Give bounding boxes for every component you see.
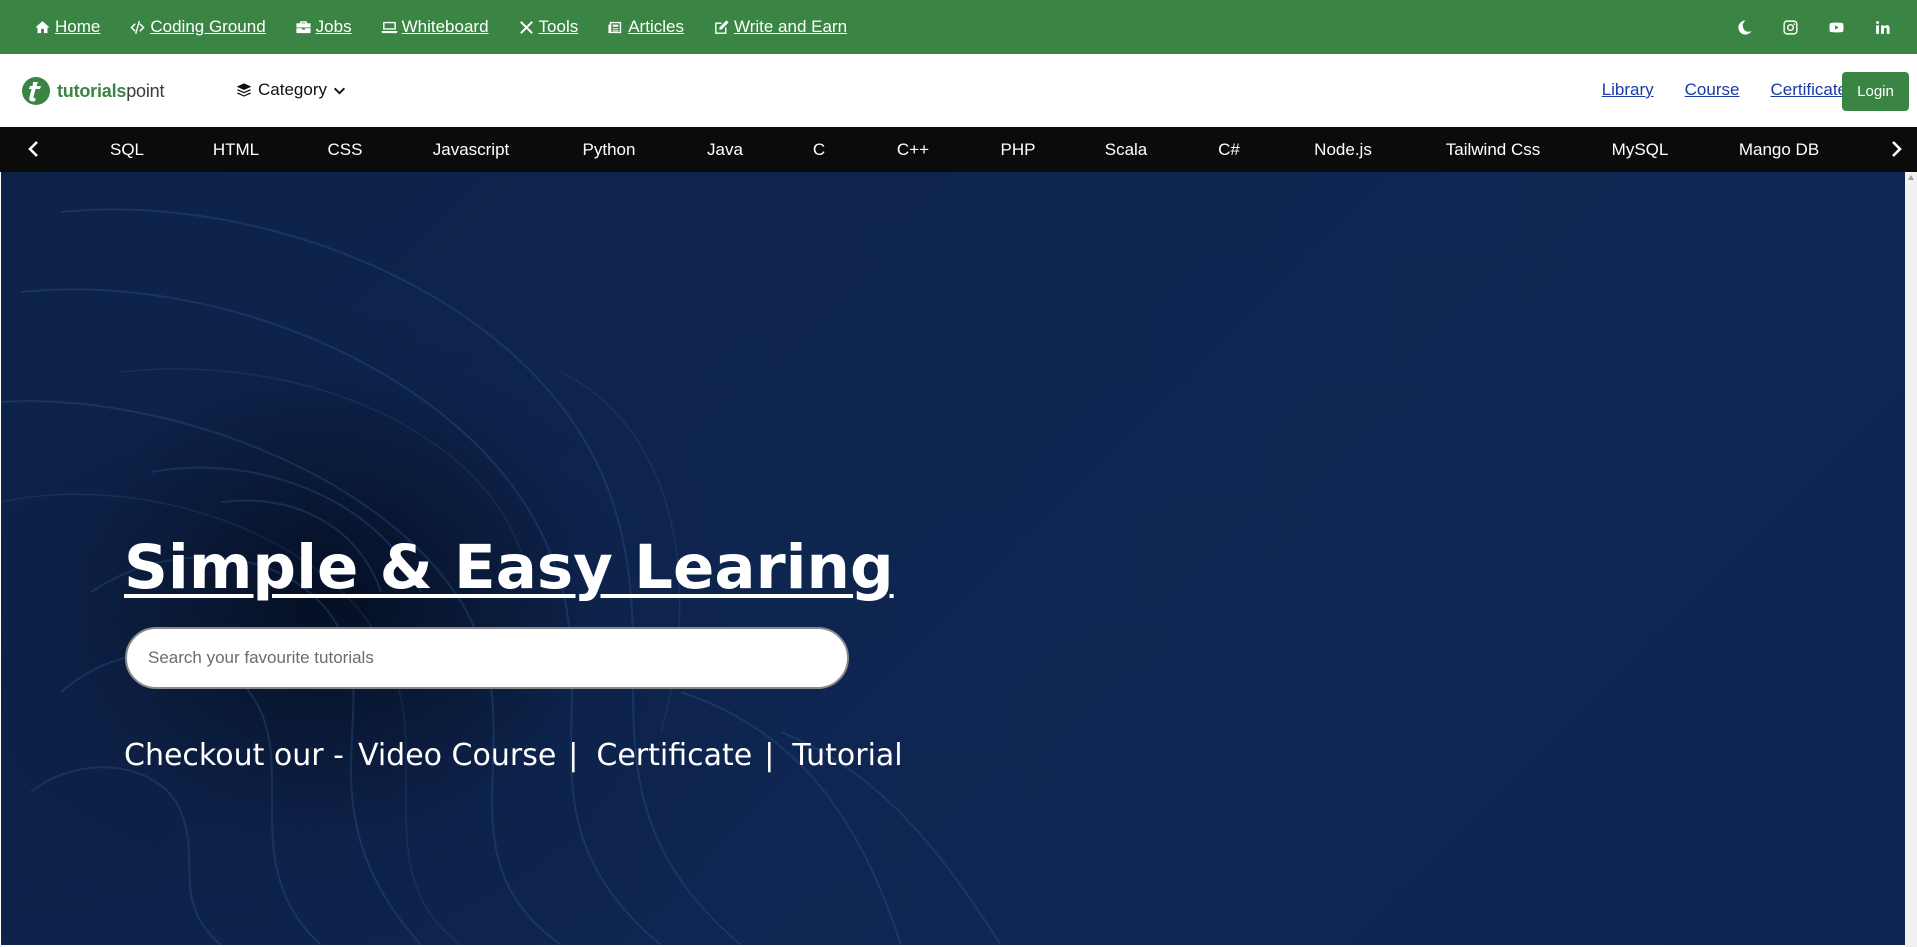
nav-home-link[interactable]: Home (34, 17, 100, 37)
nav-write-and-earn-link[interactable]: Write and Earn (713, 17, 847, 37)
certificate-link[interactable]: Certificate (1770, 80, 1847, 100)
home-icon (35, 20, 50, 33)
tools-icon (519, 20, 533, 34)
tutorialspoint-logo[interactable]: tutorialspoint (19, 76, 164, 106)
code-icon (130, 20, 145, 34)
instagram-link[interactable] (1767, 19, 1813, 36)
top-nav: Home Coding Ground Jobs Whiteboard Tools… (34, 17, 876, 37)
checkout-prefix: Checkout our - (124, 738, 344, 773)
hero-certificate-link[interactable]: Certificate (596, 738, 752, 773)
nav-coding-ground-link[interactable]: Coding Ground (129, 17, 266, 37)
video-course-link[interactable]: Video Course (358, 738, 556, 773)
lang-item-sql[interactable]: SQL (110, 140, 144, 160)
language-list: SQL HTML CSS Javascript Python Java C C+… (0, 127, 1917, 172)
scrollbar[interactable] (1905, 172, 1917, 947)
top-nav-bar: Home Coding Ground Jobs Whiteboard Tools… (0, 0, 1917, 54)
lang-item-html[interactable]: HTML (213, 140, 259, 160)
briefcase-icon (296, 20, 311, 33)
chevron-right-icon (1892, 141, 1902, 157)
nav-tools-link[interactable]: Tools (518, 17, 578, 37)
nav-articles-link[interactable]: Articles (607, 17, 684, 37)
library-link[interactable]: Library (1602, 80, 1654, 100)
lang-item-python[interactable]: Python (583, 140, 636, 160)
lang-item-php[interactable]: PHP (1001, 140, 1036, 160)
laptop-icon (381, 21, 397, 33)
dark-mode-toggle[interactable] (1721, 19, 1767, 36)
lang-scroll-right-button[interactable] (1886, 139, 1906, 159)
lang-item-tailwind-css[interactable]: Tailwind Css (1446, 140, 1540, 160)
lang-item-csharp[interactable]: C# (1218, 140, 1240, 160)
linkedin-link[interactable] (1859, 19, 1905, 36)
lang-item-javascript[interactable]: Javascript (433, 140, 510, 160)
logo-mark-icon (22, 77, 50, 105)
lang-item-java[interactable]: Java (707, 140, 743, 160)
newspaper-icon (608, 21, 622, 33)
youtube-icon (1828, 22, 1844, 32)
youtube-link[interactable] (1813, 19, 1859, 36)
separator: | (764, 738, 775, 773)
category-dropdown[interactable]: Category (236, 80, 346, 100)
checkout-links: Checkout our - Video Course | Certificat… (124, 738, 903, 773)
layers-icon (236, 83, 252, 97)
nav-whiteboard-link[interactable]: Whiteboard (381, 17, 489, 37)
lang-item-nodejs[interactable]: Node.js (1314, 140, 1372, 160)
nav-jobs-link[interactable]: Jobs (295, 17, 352, 37)
lang-item-mysql[interactable]: MySQL (1612, 140, 1669, 160)
lang-item-css[interactable]: CSS (328, 140, 363, 160)
tutorial-search-input[interactable] (125, 627, 849, 689)
lang-item-cpp[interactable]: C++ (897, 140, 929, 160)
course-link[interactable]: Course (1685, 80, 1740, 100)
hero-title: Simple & Easy Learing (124, 532, 894, 603)
chevron-down-icon (333, 87, 346, 95)
language-strip: SQL HTML CSS Javascript Python Java C C+… (0, 127, 1917, 172)
lang-item-c[interactable]: C (813, 140, 825, 160)
main-header: tutorialspoint Category Library Course C… (0, 54, 1917, 127)
edit-icon (715, 19, 729, 34)
social-links (1721, 0, 1905, 54)
instagram-icon (1782, 19, 1798, 35)
moon-icon (1737, 19, 1752, 35)
header-links: Library Course Certificate (1571, 80, 1847, 100)
linkedin-icon (1875, 20, 1890, 34)
lang-item-mango-db[interactable]: Mango DB (1739, 140, 1819, 160)
scroll-up-arrow-icon[interactable] (1907, 174, 1915, 182)
separator: | (568, 738, 579, 773)
tutorial-link[interactable]: Tutorial (792, 738, 902, 773)
lang-item-scala[interactable]: Scala (1105, 140, 1148, 160)
login-button[interactable]: Login (1842, 72, 1909, 111)
